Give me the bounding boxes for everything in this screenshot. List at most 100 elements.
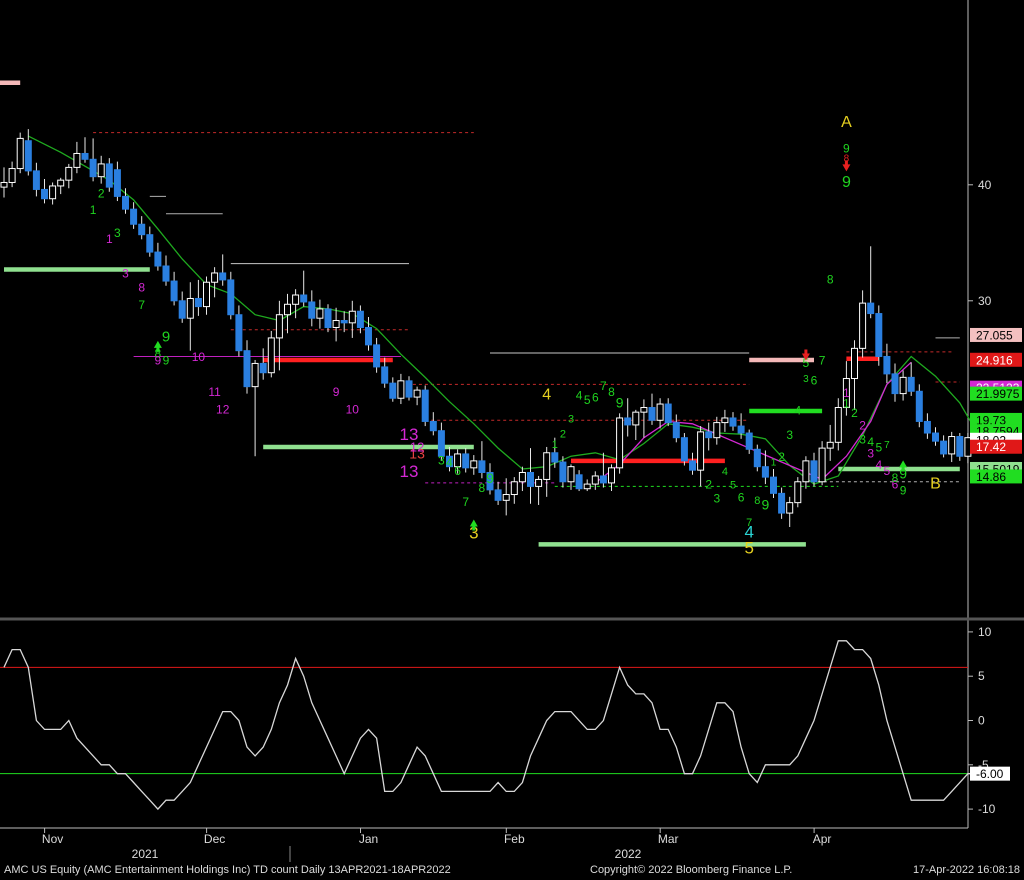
candle-up [267,337,275,374]
oscillator-value-label: -6.00 [976,767,1004,781]
td-count-label: 9 [616,395,624,411]
x-tick-label: Mar [658,832,679,846]
candle-down [778,492,786,514]
y-tick-label: 5 [978,669,985,683]
td-count-label: 7 [884,440,890,451]
td-count-label: 9 [762,497,770,513]
candle-down [883,355,891,375]
td-count-label: 4 [794,403,801,417]
candle-down [146,234,154,253]
candle-down [389,382,397,399]
td-count-label: 9 [842,174,851,191]
td-count-label: 2 [560,429,566,441]
candle-down [478,460,486,473]
x-tick-label: Nov [42,832,63,846]
candle-down [494,489,502,501]
td-count-label: 5 [884,464,891,478]
candle-down [300,294,308,303]
td-count-label: 5 [584,393,591,407]
candle-down [324,308,332,328]
candle-down [373,344,381,368]
candle-down [89,158,97,178]
td-count-label: 10 [346,402,360,416]
candle-down [729,417,737,427]
candle-up [721,417,729,424]
candle-up [697,431,705,471]
candle-up [826,441,834,449]
candle-down [429,420,437,432]
td-count-label: 3 [568,414,574,426]
candle-up [899,376,907,395]
candle-down [527,471,534,487]
candle-down [745,432,753,450]
candle-down [648,407,656,421]
candle-up [413,389,421,398]
td-count-label: 3 [114,226,121,240]
td-count-label: 2 [851,406,858,420]
td-count-label: 12 [410,440,424,455]
td-count-label: 2 [98,187,105,201]
td-count-label: 7 [746,517,752,529]
candle-down [178,300,186,319]
candle-down [356,310,364,328]
candle-up [397,380,405,399]
candle-down [421,389,429,422]
candle-up [16,137,24,170]
candle-down [259,362,267,374]
candle-up [49,185,57,200]
candle-down [575,474,583,490]
candle-down [753,448,761,468]
candle-up [284,303,291,316]
candle-down [243,350,251,388]
price-tag-label: 21.9975 [976,387,1020,401]
candle-down [41,188,48,200]
candle-down [219,272,227,281]
td-count-label: 4 [722,466,728,478]
td-count-label: 9 [162,328,170,345]
candle-up [57,179,65,187]
time-axis: Nov Dec Jan Feb Mar Apr 2021 2022 [42,828,831,862]
candle-down [81,152,89,160]
candle-down [154,251,162,267]
candle-up [186,297,194,319]
candle-down [599,475,607,484]
footer-bar: AMC US Equity (AMC Entertainment Holding… [0,862,1024,880]
candle-up [97,163,105,178]
candle-down [551,452,559,463]
candle-up [8,168,16,183]
td-count-label: 1 [106,232,113,246]
td-count-label: 5 [875,441,882,455]
candle-down [365,326,372,346]
td-count-label: 6 [592,391,599,405]
td-count-label: 6 [454,464,461,478]
price-tag-label: 27.055 [976,328,1013,342]
candle-down [761,466,769,478]
candle-down [737,425,745,434]
candle-up [316,308,324,319]
y-tick-label: 10 [978,625,992,639]
candle-down [624,417,632,426]
td-count-label: 3 [859,432,866,446]
x-year-label: 2022 [615,847,642,861]
td-count-label: 1 [771,458,777,469]
td-count-label: 8 [754,495,760,507]
td-count-label: 8 [479,481,486,495]
candle-up [332,320,340,328]
td-count-label: 5 [730,480,736,492]
td-count-label: 10 [192,350,206,364]
candle-down [138,223,146,236]
copyright-notice: Copyright© 2022 Bloomberg Finance L.P. [590,864,793,876]
candle-up [616,417,624,469]
td-count-label: 12 [216,402,230,416]
candle-down [105,163,113,188]
y-tick-label: 30 [978,294,992,308]
candle-up [640,407,648,413]
td-count-label: 5 [744,539,753,558]
td-count-label: 6 [811,373,818,387]
candle-down [381,366,389,384]
td-count-label: 3 [786,428,793,442]
td-count-label: 7 [819,354,826,368]
candle-up [543,452,551,480]
candle-down [680,437,688,462]
td-count-label: 2 [859,419,866,433]
